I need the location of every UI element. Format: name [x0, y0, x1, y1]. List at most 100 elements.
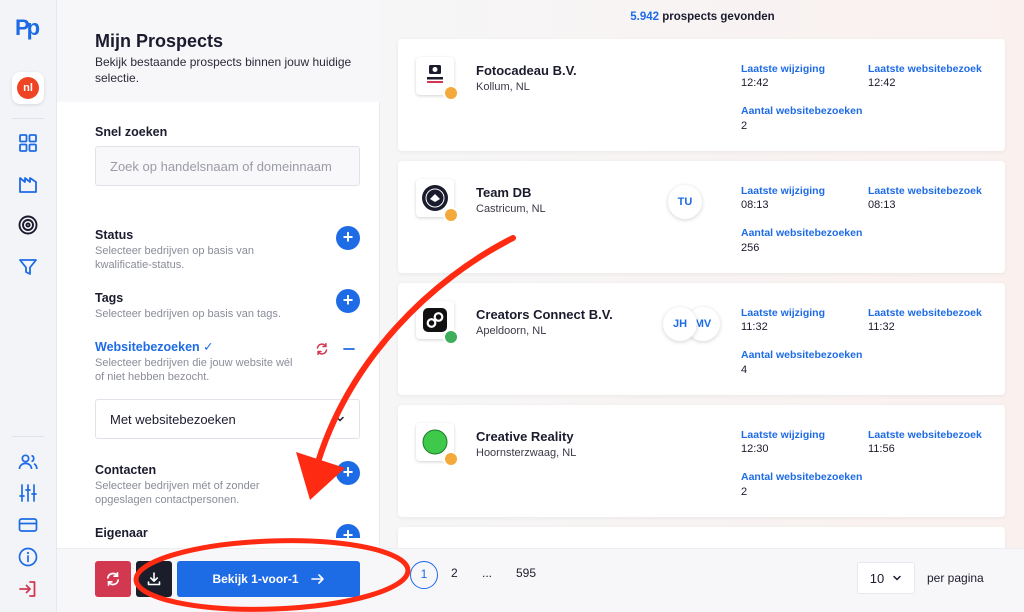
visits-label: Aantal websitebezoeken	[741, 471, 863, 483]
contacten-filter-desc: Selecteer bedrijven mét of zonder opgesl…	[95, 480, 260, 506]
quick-search-input[interactable]	[95, 146, 360, 186]
last-change-value: 11:32	[741, 321, 768, 333]
view-one-by-one-button[interactable]: Bekijk 1-voor-1	[177, 561, 360, 597]
avatar-initials: nl	[17, 77, 39, 99]
last-change-value: 08:13	[741, 199, 769, 211]
add-contacten-filter-button[interactable]: +	[336, 461, 360, 485]
company-name[interactable]: Creators Connect B.V.	[476, 307, 613, 322]
last-change-label: Laatste wijziging	[741, 429, 826, 441]
websitebezoeken-selected-value: Met websitebezoeken	[110, 411, 236, 427]
rail-divider	[12, 118, 44, 119]
prospect-card[interactable]: Fotocadeau B.V. Kollum, NL Laatste wijzi…	[398, 39, 1005, 151]
last-visit-value: 08:13	[868, 199, 896, 211]
sliders-icon[interactable]	[17, 482, 39, 504]
status-filter-label: Status	[95, 228, 134, 242]
page-last-button[interactable]: 595	[516, 566, 536, 580]
refresh-icon	[107, 571, 119, 587]
chevron-down-icon	[893, 575, 901, 581]
per-page-value: 10	[869, 570, 885, 586]
websitebezoeken-label-text: Websitebezoeken	[95, 340, 200, 354]
pagination-bar: 1 2 ... 595 10 per pagina	[381, 548, 1024, 612]
prospect-card[interactable]: Creators Connect B.V. Apeldoorn, NL MV J…	[398, 283, 1005, 395]
contacten-filter-label: Contacten	[95, 463, 157, 477]
filter-funnel-icon[interactable]	[17, 256, 39, 278]
credit-card-icon[interactable]	[17, 514, 39, 536]
check-icon: ✓	[203, 340, 214, 354]
websitebezoeken-select[interactable]: Met websitebezoeken	[95, 399, 360, 439]
reset-filters-button[interactable]	[95, 561, 131, 597]
last-visit-value: 11:32	[868, 321, 895, 333]
add-eigenaar-filter-button[interactable]: +	[336, 524, 360, 538]
status-badge	[443, 207, 459, 223]
results-count-text: prospects gevonden	[659, 11, 775, 23]
arrow-right-icon	[310, 574, 324, 584]
download-icon	[147, 572, 161, 586]
last-visit-value: 11:56	[868, 443, 895, 455]
page-ellipsis: ...	[482, 566, 493, 580]
users-icon[interactable]	[17, 451, 39, 473]
status-badge	[443, 451, 459, 467]
last-change-label: Laatste wijziging	[741, 307, 826, 319]
last-change-label: Laatste wijziging	[741, 185, 826, 197]
target-icon[interactable]	[17, 214, 39, 236]
assigned-user-avatar[interactable]: TU	[668, 185, 702, 219]
visits-value: 2	[741, 120, 748, 132]
prospect-list-area: 5.942 prospects gevonden Fotocadeau B.V.…	[381, 0, 1024, 612]
company-location: Apeldoorn, NL	[476, 325, 547, 337]
per-page-select[interactable]: 10	[857, 562, 915, 594]
last-visit-label: Laatste websitebezoek	[868, 63, 982, 75]
results-count-number: 5.942	[630, 11, 660, 23]
last-change-label: Laatste wijziging	[741, 63, 826, 75]
last-visit-value: 12:42	[868, 77, 896, 89]
visits-value: 256	[741, 242, 760, 254]
last-change-value: 12:42	[741, 77, 769, 89]
filter-panel: Mijn Prospects Bekijk bestaande prospect…	[57, 0, 380, 612]
websitebezoeken-filter-label: Websitebezoeken ✓	[95, 339, 214, 354]
per-page-label: per pagina	[927, 571, 984, 585]
logout-icon[interactable]	[17, 578, 39, 600]
last-visit-label: Laatste websitebezoek	[868, 185, 982, 197]
panel-header: Mijn Prospects Bekijk bestaande prospect…	[57, 0, 380, 102]
results-count: 5.942 prospects gevonden	[381, 11, 1024, 23]
last-visit-label: Laatste websitebezoek	[868, 307, 982, 319]
app-logo[interactable]: Pp	[15, 15, 40, 41]
tags-filter-desc: Selecteer bedrijven op basis van tags.	[95, 308, 281, 320]
page-2-button[interactable]: 2	[451, 566, 458, 580]
dashboard-grid-icon[interactable]	[17, 132, 39, 154]
chevron-down-icon	[336, 416, 344, 422]
page-1-button[interactable]: 1	[410, 561, 438, 589]
prospect-card[interactable]: Creative Reality Hoornsterzwaag, NL Laat…	[398, 405, 1005, 517]
status-badge	[443, 85, 459, 101]
info-icon[interactable]	[17, 546, 39, 568]
page-subtitle: Bekijk bestaande prospects binnen jouw h…	[95, 55, 352, 85]
visits-label: Aantal websitebezoeken	[741, 349, 863, 361]
reset-filter-icon[interactable]	[315, 342, 329, 356]
status-badge	[443, 329, 459, 345]
rail-divider-bottom	[12, 436, 44, 437]
company-location: Kollum, NL	[476, 81, 530, 93]
assigned-user-avatar[interactable]: JH	[663, 307, 697, 341]
account-avatar[interactable]: nl	[12, 72, 44, 104]
company-name[interactable]: Team DB	[476, 185, 531, 200]
websitebezoeken-filter-desc: Selecteer bedrijven die jouw website wél…	[95, 357, 293, 383]
company-name[interactable]: Creative Reality	[476, 429, 574, 444]
add-status-filter-button[interactable]: +	[336, 226, 360, 250]
company-location: Hoornsterzwaag, NL	[476, 447, 577, 459]
last-visit-label: Laatste websitebezoek	[868, 429, 982, 441]
collapse-filter-icon[interactable]	[343, 343, 355, 355]
company-building-icon[interactable]	[17, 173, 39, 195]
icon-rail: Pp nl	[0, 0, 57, 612]
download-button[interactable]	[136, 561, 172, 597]
add-tags-filter-button[interactable]: +	[336, 289, 360, 313]
prospect-card[interactable]: Team DB Castricum, NL TU Laatste wijzigi…	[398, 161, 1005, 273]
status-filter-desc: Selecteer bedrijven op basis van kwalifi…	[95, 245, 254, 271]
visits-label: Aantal websitebezoeken	[741, 105, 863, 117]
visits-value: 4	[741, 364, 748, 376]
visits-value: 2	[741, 486, 748, 498]
quick-search-label: Snel zoeken	[95, 125, 168, 139]
company-name[interactable]: Fotocadeau B.V.	[476, 63, 577, 78]
view-one-by-one-label: Bekijk 1-voor-1	[212, 572, 299, 586]
visits-label: Aantal websitebezoeken	[741, 227, 863, 239]
company-location: Castricum, NL	[476, 203, 546, 215]
eigenaar-filter-label: Eigenaar	[95, 526, 148, 540]
